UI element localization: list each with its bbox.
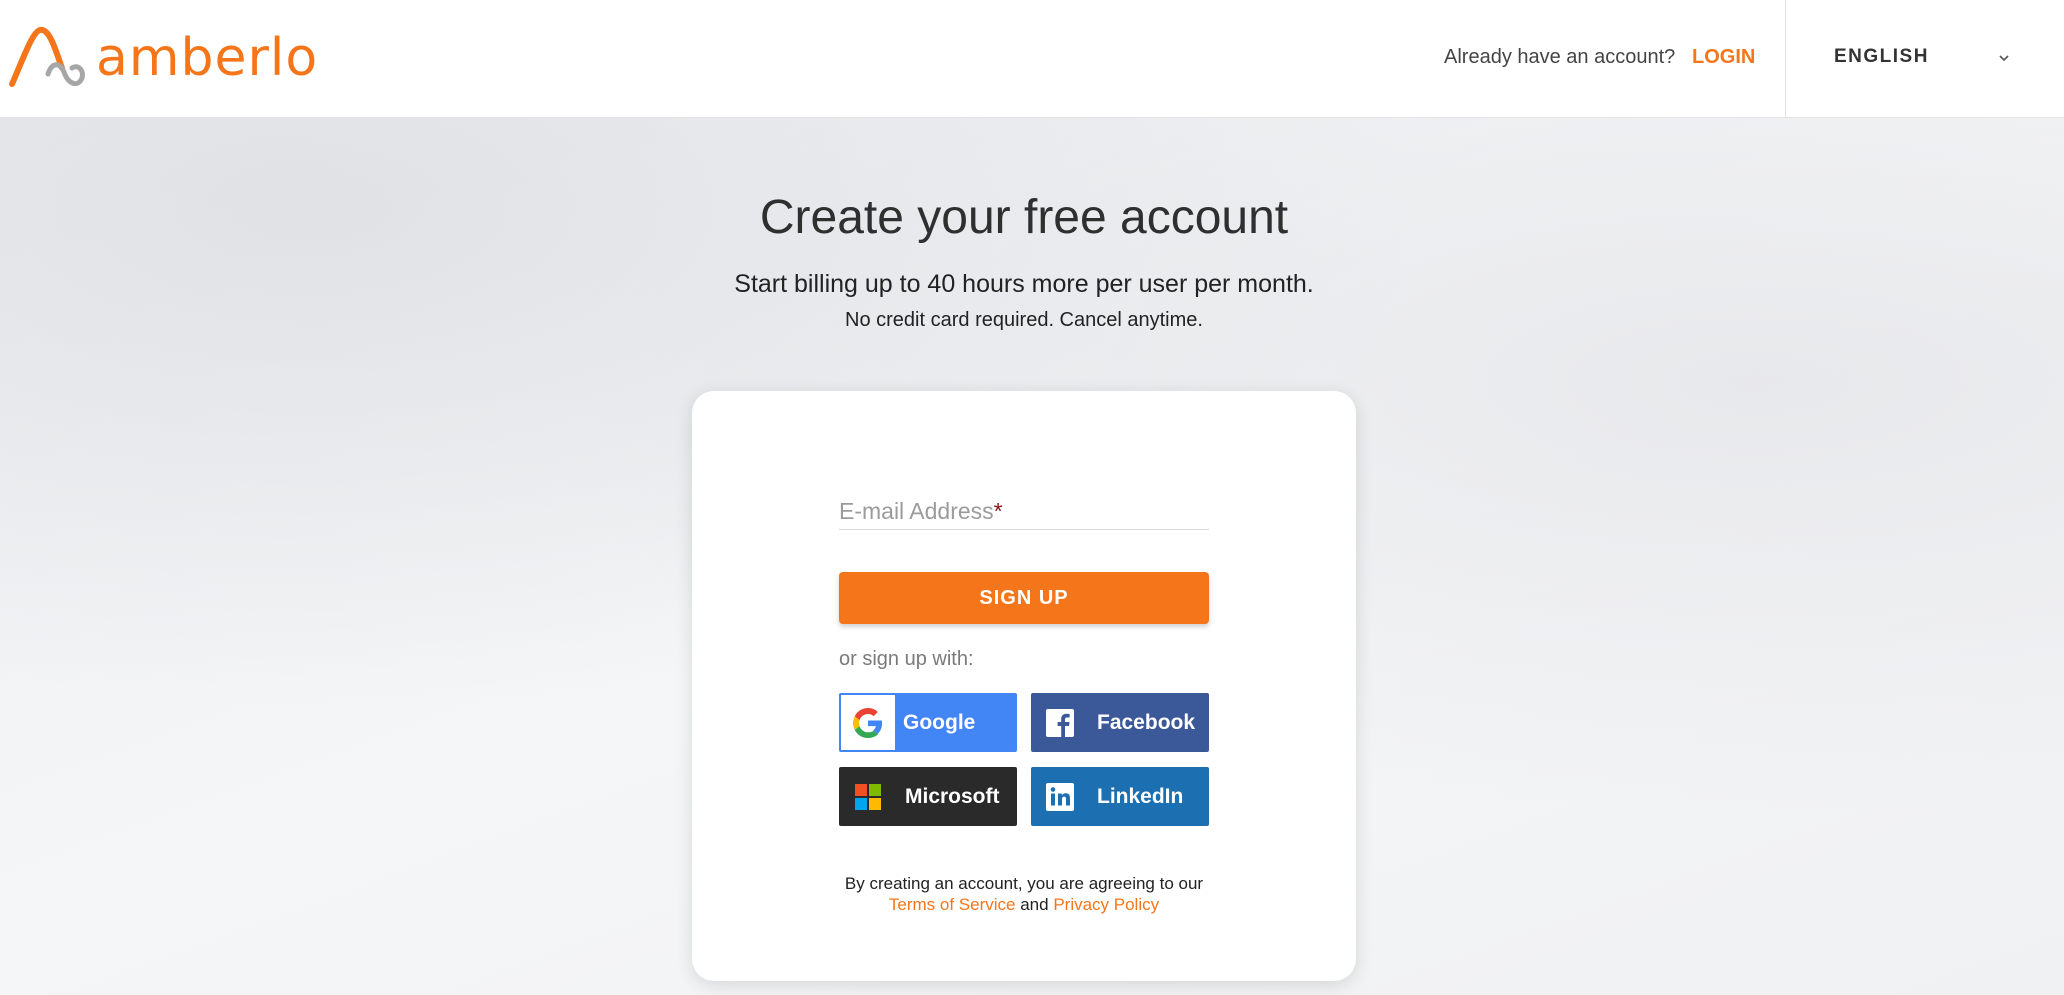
facebook-signup-button[interactable]: Facebook xyxy=(1031,693,1209,752)
linkedin-signup-button[interactable]: LinkedIn xyxy=(1031,767,1209,826)
email-field[interactable] xyxy=(839,494,1209,530)
page-title: Create your free account xyxy=(759,191,1289,244)
login-link[interactable]: LOGIN xyxy=(1692,46,1755,69)
page-subtitle: Start billing up to 40 hours more per us… xyxy=(734,270,1314,298)
terms-prefix: By creating an account, you are agreeing… xyxy=(844,874,1204,893)
brand-logo[interactable]: amberlo xyxy=(8,22,318,94)
terms-notice: By creating an account, you are agreeing… xyxy=(692,873,1356,915)
linkedin-icon xyxy=(1031,767,1089,826)
header-divider xyxy=(1785,0,1786,118)
sign-up-button[interactable]: SIGN UP xyxy=(839,572,1209,624)
google-label: Google xyxy=(903,710,976,734)
facebook-icon xyxy=(1031,693,1089,752)
microsoft-icon xyxy=(839,767,897,826)
microsoft-signup-button[interactable]: Microsoft xyxy=(839,767,1017,826)
brand-name: amberlo xyxy=(96,28,319,88)
amberlo-logo-icon xyxy=(9,27,85,87)
page-note: No credit card required. Cancel anytime. xyxy=(845,309,1203,331)
top-navigation-bar: amberlo Already have an account? LOGIN E… xyxy=(0,0,2064,118)
google-icon xyxy=(841,695,895,750)
or-sign-up-text: or sign up with: xyxy=(839,648,974,670)
privacy-policy-link[interactable]: Privacy Policy xyxy=(1053,895,1159,914)
language-select[interactable]: ENGLISH xyxy=(1834,46,1929,68)
microsoft-label: Microsoft xyxy=(905,784,1000,808)
facebook-label: Facebook xyxy=(1097,710,1196,734)
linkedin-label: LinkedIn xyxy=(1097,784,1184,808)
terms-of-service-link[interactable]: Terms of Service xyxy=(889,895,1016,914)
google-signup-button[interactable]: Google xyxy=(839,693,1017,752)
chevron-down-icon[interactable] xyxy=(1996,50,2012,66)
terms-and: and xyxy=(1020,895,1049,914)
have-account-text: Already have an account? xyxy=(1444,46,1676,68)
